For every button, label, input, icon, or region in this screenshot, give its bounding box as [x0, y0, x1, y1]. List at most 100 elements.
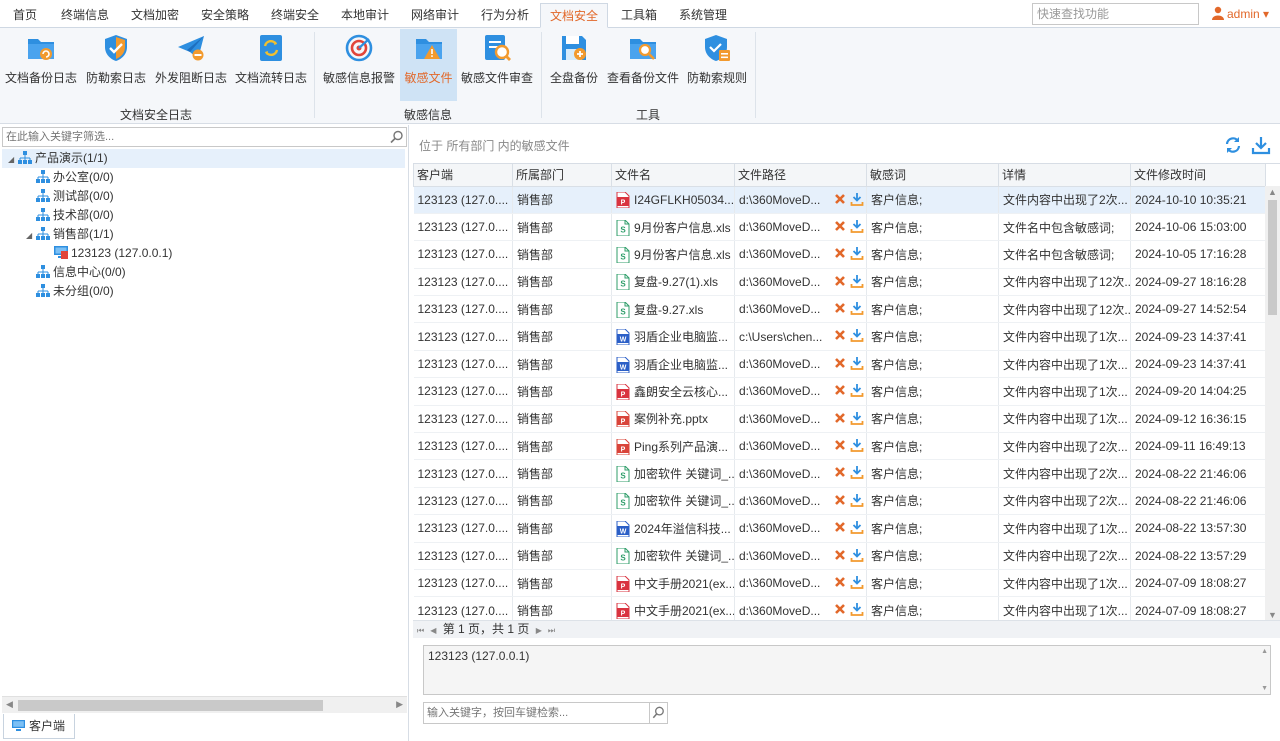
menu-tab-doc-encrypt[interactable]: 文档加密: [122, 3, 188, 28]
tree-node-dept-sales[interactable]: ◢ 销售部(1/1): [26, 225, 114, 244]
menu-tab-system-admin[interactable]: 系统管理: [670, 3, 736, 28]
refresh-icon[interactable]: [1223, 135, 1243, 155]
table-row[interactable]: 123123 (127.0.... 销售部 S 加密软件 关键词_... d:\360M…: [413, 459, 1266, 488]
table-row[interactable]: 123123 (127.0.... 销售部 W 羽盾企业电脑监... c:\Users\…: [413, 322, 1266, 351]
tree-filter-input[interactable]: [3, 128, 383, 146]
table-row[interactable]: 123123 (127.0.... 销售部 P I24GFLKH05034... d:\…: [413, 186, 1266, 214]
doc-flow-log-button[interactable]: 文档流转日志: [234, 29, 308, 101]
user-menu[interactable]: admin ▾: [1212, 5, 1269, 23]
column-header-client[interactable]: 客户端: [413, 164, 513, 187]
download-icon[interactable]: [850, 520, 864, 535]
delete-icon[interactable]: [834, 466, 846, 478]
download-icon[interactable]: [850, 548, 864, 562]
tab-clients[interactable]: 客户端: [3, 714, 75, 739]
table-row[interactable]: 123123 (127.0.... 销售部 S 加密软件 关键词_... d:\360M…: [413, 542, 1266, 570]
keyword-search[interactable]: [423, 702, 668, 724]
doc-backup-log-button[interactable]: 文档备份日志: [4, 29, 78, 101]
export-download-icon[interactable]: [1251, 135, 1271, 155]
delete-icon[interactable]: [834, 521, 846, 533]
delete-icon[interactable]: [834, 329, 846, 341]
download-icon[interactable]: [850, 493, 864, 507]
tree-node-dept[interactable]: 测试部(0/0): [26, 187, 114, 206]
full-disk-backup-button[interactable]: 全盘备份: [548, 29, 600, 101]
scroll-down-icon[interactable]: ▼: [1261, 685, 1268, 692]
delete-icon[interactable]: [834, 220, 846, 232]
scroll-right-icon[interactable]: ▶: [396, 699, 403, 710]
delete-icon[interactable]: [834, 412, 846, 424]
download-icon[interactable]: [850, 192, 864, 206]
column-header-keyword[interactable]: 敏感词: [866, 164, 999, 187]
scroll-down-icon[interactable]: ▼: [1268, 610, 1277, 620]
collapse-icon[interactable]: ◢: [26, 226, 36, 245]
table-row[interactable]: 123123 (127.0.... 销售部 S 9月份客户信息.xls d:\360Mo…: [413, 240, 1266, 269]
delete-icon[interactable]: [834, 439, 846, 451]
ransomware-rules-button[interactable]: 防勒索规则: [686, 29, 748, 101]
tree-node-dept[interactable]: 未分组(0/0): [26, 282, 114, 301]
detail-box[interactable]: 123123 (127.0.0.1) ▲ ▼: [423, 645, 1271, 695]
tree-node-client[interactable]: 123123 (127.0.0.1): [54, 244, 172, 263]
outbound-block-log-button[interactable]: 外发阻断日志: [154, 29, 228, 101]
download-icon[interactable]: [850, 602, 864, 617]
menu-tab-security-policy[interactable]: 安全策略: [192, 3, 258, 28]
table-row[interactable]: 123123 (127.0.... 销售部 P 中文手册2021(ex... d:\36…: [413, 569, 1266, 598]
last-page-icon[interactable]: ⏭: [548, 622, 555, 639]
table-row[interactable]: 123123 (127.0.... 销售部 S 复盘-9.27.xls d:\360Mo…: [413, 295, 1266, 324]
delete-icon[interactable]: [834, 549, 846, 561]
menu-tab-toolbox[interactable]: 工具箱: [612, 3, 666, 28]
table-row[interactable]: 123123 (127.0.... 销售部 P 中文手册2021(ex... d:\36…: [413, 596, 1266, 620]
tree-node-dept[interactable]: 办公室(0/0): [26, 168, 114, 187]
sensitive-info-alert-button[interactable]: 敏感信息报警: [322, 29, 396, 101]
menu-tab-doc-security[interactable]: 文档安全: [540, 3, 609, 28]
download-icon[interactable]: [850, 411, 864, 425]
delete-icon[interactable]: [834, 494, 846, 506]
first-page-icon[interactable]: ⏮: [417, 622, 424, 639]
tree-node-dept[interactable]: 技术部(0/0): [26, 206, 114, 225]
download-icon[interactable]: [850, 219, 864, 233]
table-row[interactable]: 123123 (127.0.... 销售部 P Ping系列产品演... d:\360M…: [413, 432, 1266, 461]
column-header-path[interactable]: 文件路径: [734, 164, 867, 187]
download-icon[interactable]: [850, 465, 864, 480]
tree-filter[interactable]: [2, 127, 407, 147]
search-icon[interactable]: [649, 703, 667, 723]
tree-horizontal-scrollbar[interactable]: ◀ ▶: [2, 696, 407, 713]
table-row[interactable]: 123123 (127.0.... 销售部 P 鑫朗安全云核心... d:\360Mov…: [413, 377, 1266, 406]
delete-icon[interactable]: [834, 357, 846, 369]
column-header-dept[interactable]: 所属部门: [512, 164, 612, 187]
table-row[interactable]: 123123 (127.0.... 销售部 S 复盘-9.27(1).xls d:\36…: [413, 268, 1266, 297]
delete-icon[interactable]: [834, 384, 846, 396]
view-backup-files-button[interactable]: 查看备份文件: [606, 29, 680, 101]
table-row[interactable]: 123123 (127.0.... 销售部 P 案例补充.pptx d:\360Move…: [413, 405, 1266, 434]
tree-node-root[interactable]: ◢ 产品演示(1/1): [2, 149, 405, 168]
download-icon[interactable]: [850, 246, 864, 261]
delete-icon[interactable]: [834, 302, 846, 314]
next-page-icon[interactable]: ▶: [536, 622, 542, 639]
menu-tab-local-audit[interactable]: 本地审计: [332, 3, 398, 28]
menu-tab-home[interactable]: 首页: [4, 3, 46, 28]
keyword-search-input[interactable]: [424, 703, 648, 723]
ransomware-log-button[interactable]: 防勒索日志: [84, 29, 148, 101]
scroll-left-icon[interactable]: ◀: [6, 699, 13, 710]
column-header-modified[interactable]: 文件修改时间: [1130, 164, 1266, 187]
delete-icon[interactable]: [834, 576, 846, 588]
delete-icon[interactable]: [834, 247, 846, 259]
sensitive-files-button[interactable]: 敏感文件: [400, 29, 457, 101]
delete-icon[interactable]: [834, 603, 846, 615]
prev-page-icon[interactable]: ◀: [430, 622, 436, 639]
table-row[interactable]: 123123 (127.0.... 销售部 S 9月份客户信息.xls d:\360Mo…: [413, 213, 1266, 242]
column-header-filename[interactable]: 文件名: [611, 164, 735, 187]
download-icon[interactable]: [850, 356, 864, 370]
scroll-thumb[interactable]: [18, 700, 323, 711]
download-icon[interactable]: [850, 328, 864, 343]
menu-tab-network-audit[interactable]: 网络审计: [402, 3, 468, 28]
menu-tab-terminal-info[interactable]: 终端信息: [52, 3, 118, 28]
menu-tab-terminal-security[interactable]: 终端安全: [262, 3, 328, 28]
menu-tab-behavior-analysis[interactable]: 行为分析: [472, 3, 538, 28]
quick-search-input[interactable]: 快速查找功能: [1032, 3, 1199, 25]
download-icon[interactable]: [850, 438, 864, 452]
scroll-up-icon[interactable]: ▲: [1268, 187, 1277, 197]
tree-node-dept[interactable]: 信息中心(0/0): [26, 263, 126, 282]
scroll-up-icon[interactable]: ▲: [1261, 648, 1268, 655]
delete-icon[interactable]: [834, 275, 846, 287]
column-header-detail[interactable]: 详情: [998, 164, 1131, 187]
table-vertical-scrollbar[interactable]: ▲ ▼: [1265, 186, 1280, 620]
